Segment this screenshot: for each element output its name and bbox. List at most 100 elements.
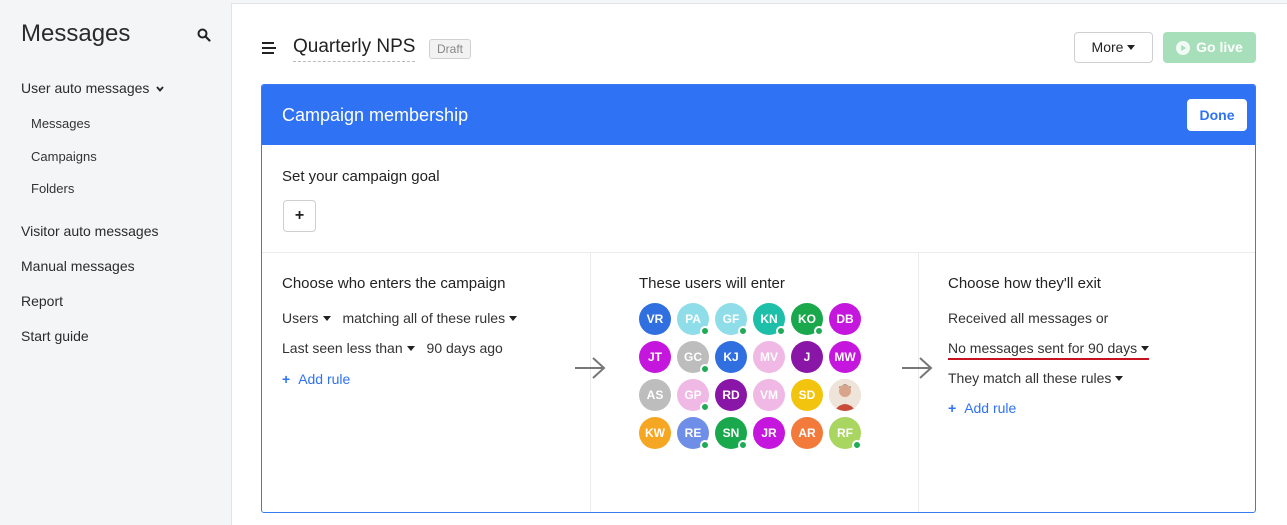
- avatar[interactable]: MV: [753, 341, 785, 373]
- avatar[interactable]: RE: [677, 417, 710, 450]
- avatar[interactable]: KJ: [715, 341, 747, 373]
- avatar-initials: AS: [646, 388, 664, 402]
- search-icon[interactable]: [197, 28, 211, 42]
- matching-dropdown[interactable]: matching all of these rules: [342, 310, 518, 326]
- rule-field-value: Last seen less than: [282, 340, 403, 356]
- online-indicator: [700, 326, 710, 336]
- users-title: These users will enter: [639, 275, 785, 292]
- sidebar: Messages User auto messages Messages Cam…: [0, 0, 231, 525]
- avatar[interactable]: VR: [639, 303, 671, 335]
- sidebar-item-start-guide[interactable]: Start guide: [21, 328, 89, 344]
- matching-value: matching all of these rules: [342, 310, 506, 326]
- goal-label: Set your campaign goal: [282, 168, 440, 185]
- avatar[interactable]: AS: [639, 379, 671, 411]
- play-icon: [1176, 41, 1191, 55]
- avatar[interactable]: KN: [753, 303, 786, 336]
- more-button[interactable]: More: [1074, 32, 1153, 63]
- avatar-initials: VR: [646, 312, 664, 326]
- avatar-photo[interactable]: [829, 379, 861, 411]
- menu-icon[interactable]: [262, 42, 276, 54]
- rule-field-dropdown[interactable]: Last seen less than: [282, 340, 415, 356]
- plus-icon: +: [948, 400, 957, 416]
- avatar[interactable]: JR: [753, 417, 785, 449]
- enter-title: Choose who enters the campaign: [282, 275, 506, 292]
- more-label: More: [1091, 39, 1124, 55]
- online-indicator: [776, 326, 786, 336]
- avatar[interactable]: RF: [829, 417, 862, 450]
- avatar-initials: JT: [647, 350, 662, 364]
- avatar[interactable]: GF: [715, 303, 748, 336]
- sidebar-item-label: User auto messages: [21, 80, 150, 96]
- avatar[interactable]: SD: [791, 379, 823, 411]
- online-indicator: [700, 364, 710, 374]
- caret-down-icon: [322, 316, 331, 321]
- online-indicator: [852, 440, 862, 450]
- no-messages-dropdown[interactable]: No messages sent for 90 days: [948, 340, 1150, 360]
- avatar-initials: MV: [760, 350, 778, 364]
- avatar[interactable]: JT: [639, 341, 671, 373]
- card-title: Campaign membership: [282, 105, 469, 125]
- add-rule-label: Add rule: [964, 400, 1017, 416]
- audience-value: Users: [282, 310, 319, 326]
- sidebar-item-folders[interactable]: Folders: [31, 181, 74, 196]
- avatar[interactable]: VM: [753, 379, 785, 411]
- exit-title: Choose how they'll exit: [948, 275, 1101, 292]
- done-button[interactable]: Done: [1187, 99, 1247, 131]
- sidebar-item-visitor-auto-messages[interactable]: Visitor auto messages: [21, 223, 158, 239]
- audience-dropdown[interactable]: Users: [282, 310, 331, 326]
- divider: [262, 252, 1255, 253]
- avatar[interactable]: KW: [639, 417, 671, 449]
- caret-down-icon: [1141, 346, 1150, 351]
- caret-down-icon: [1127, 45, 1136, 50]
- avatar[interactable]: SN: [715, 417, 748, 450]
- match-rules-value: They match all these rules: [948, 370, 1112, 386]
- card-header: Campaign membership Done: [262, 85, 1255, 145]
- avatar-initials: KN: [760, 312, 778, 326]
- divider: [590, 253, 591, 512]
- sidebar-item-report[interactable]: Report: [21, 293, 63, 309]
- caret-down-icon: [406, 346, 415, 351]
- sidebar-item-user-auto-messages[interactable]: User auto messages: [21, 80, 165, 96]
- add-goal-button[interactable]: +: [283, 200, 316, 232]
- rule-value[interactable]: 90 days ago: [427, 340, 503, 356]
- sidebar-item-messages[interactable]: Messages: [31, 116, 90, 131]
- status-badge: Draft: [429, 39, 472, 59]
- sidebar-item-campaigns[interactable]: Campaigns: [31, 149, 97, 164]
- sidebar-item-manual-messages[interactable]: Manual messages: [21, 258, 135, 274]
- avatar[interactable]: DB: [829, 303, 861, 335]
- avatar[interactable]: RD: [715, 379, 747, 411]
- caret-down-icon: [509, 316, 518, 321]
- avatar-initials: DB: [836, 312, 854, 326]
- avatar-initials: KW: [645, 426, 665, 440]
- online-indicator: [738, 440, 748, 450]
- avatar-initials: RE: [684, 426, 702, 440]
- avatar-initials: KO: [798, 312, 816, 326]
- go-live-button[interactable]: Go live: [1163, 32, 1256, 63]
- online-indicator: [814, 326, 824, 336]
- add-exit-rule-link[interactable]: + Add rule: [948, 400, 1016, 416]
- avatar-initials: KJ: [723, 350, 739, 364]
- campaign-membership-card: Campaign membership Done Set your campai…: [261, 84, 1256, 513]
- avatar[interactable]: PA: [677, 303, 710, 336]
- avatar[interactable]: J: [791, 341, 823, 373]
- avatar-initials: RF: [837, 426, 853, 440]
- avatar-initials: GC: [684, 350, 702, 364]
- avatar-initials: MW: [834, 350, 856, 364]
- avatar-initials: RD: [722, 388, 740, 402]
- go-live-label: Go live: [1196, 39, 1243, 55]
- sidebar-title: Messages: [21, 20, 131, 47]
- online-indicator: [700, 402, 710, 412]
- arrow-right-icon: [575, 357, 606, 379]
- online-indicator: [700, 440, 710, 450]
- avatar[interactable]: MW: [829, 341, 861, 373]
- avatar[interactable]: GP: [677, 379, 710, 412]
- campaign-title[interactable]: Quarterly NPS: [293, 36, 416, 62]
- avatar[interactable]: GC: [677, 341, 710, 374]
- no-messages-value: No messages sent for 90 days: [948, 340, 1138, 356]
- caret-down-icon: [1115, 376, 1124, 381]
- match-rules-dropdown[interactable]: They match all these rules: [948, 370, 1124, 386]
- avatar[interactable]: AR: [791, 417, 823, 449]
- add-rule-link[interactable]: + Add rule: [282, 371, 350, 387]
- avatar[interactable]: KO: [791, 303, 824, 336]
- avatar-initials: J: [803, 350, 811, 364]
